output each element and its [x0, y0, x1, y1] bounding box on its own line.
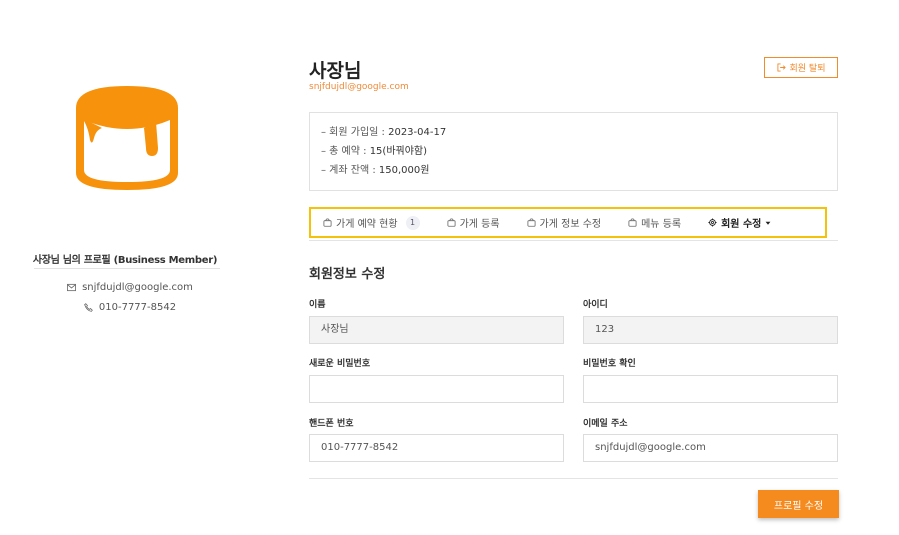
- owner-email: snjfdujdl@google.com: [309, 82, 409, 92]
- form-title: 회원정보 수정: [309, 267, 386, 282]
- sidebar-email-text: snjfdujdl@google.com: [82, 282, 193, 293]
- gear-icon: [708, 218, 717, 227]
- sidebar-phone: 010-7777-8542: [60, 302, 200, 313]
- bag-icon: [447, 218, 456, 227]
- phone-field[interactable]: 010-7777-8542: [309, 434, 564, 462]
- profile-title: 사장님 님의 프로필 (Business Member): [32, 255, 218, 266]
- id-label: 아이디: [583, 300, 608, 310]
- reservation-badge: 1: [405, 215, 420, 230]
- name-label: 이름: [309, 300, 326, 310]
- sidebar-divider: [34, 268, 220, 269]
- phone-icon: [84, 303, 93, 312]
- email-label: 이메일 주소: [583, 419, 628, 429]
- bag-icon: [323, 218, 332, 227]
- bag-icon: [527, 218, 536, 227]
- id-field[interactable]: 123: [583, 316, 838, 344]
- tab-store-register[interactable]: 가게 등록: [447, 215, 500, 230]
- new-password-label: 새로운 비밀번호: [309, 359, 371, 369]
- joined-label: – 회원 가입일 :: [321, 127, 389, 138]
- confirm-password-field[interactable]: [583, 375, 838, 403]
- tab-member-edit[interactable]: 회원 수정: [708, 215, 771, 230]
- caret-down-icon: [765, 221, 771, 225]
- withdraw-button[interactable]: 회원 탈퇴: [764, 57, 838, 78]
- tab-label: 메뉴 등록: [641, 219, 682, 230]
- tab-bar: 가게 예약 현황 1 가게 등록 가게 정보 수정 메뉴 등록 회원 수정: [309, 207, 827, 238]
- reservation-label: – 총 예약 :: [321, 146, 370, 157]
- account-summary: – 회원 가입일 : 2023-04-17 – 총 예약 : 15(바꿔야함) …: [309, 112, 838, 191]
- confirm-password-label: 비밀번호 확인: [583, 359, 636, 369]
- form-divider: [309, 478, 838, 479]
- owner-name: 사장님: [309, 60, 362, 82]
- tab-menu-register[interactable]: 메뉴 등록: [628, 215, 681, 230]
- tabs-divider: [309, 240, 838, 241]
- tab-label: 가게 등록: [459, 219, 500, 230]
- tab-label: 가게 정보 수정: [539, 219, 602, 230]
- phone-label: 핸드폰 번호: [309, 419, 354, 429]
- mail-icon: [67, 283, 77, 292]
- reservation-count: – 총 예약 : 15(바꿔야함): [321, 142, 826, 161]
- joined-value: 2023-04-17: [388, 127, 447, 138]
- balance-value: 150,000원: [378, 165, 430, 176]
- account-balance: – 계좌 잔액 : 150,000원: [321, 161, 826, 180]
- name-field[interactable]: 사장님: [309, 316, 564, 344]
- email-field[interactable]: snjfdujdl@google.com: [583, 434, 838, 462]
- new-password-field[interactable]: [309, 375, 564, 403]
- tab-label: 회원 수정: [721, 219, 762, 230]
- sidebar-phone-text: 010-7777-8542: [98, 302, 177, 313]
- tab-store-edit[interactable]: 가게 정보 수정: [527, 215, 602, 230]
- update-profile-button[interactable]: 프로필 수정: [758, 490, 839, 518]
- joined-date: – 회원 가입일 : 2023-04-17: [321, 123, 826, 142]
- logout-icon: [776, 63, 786, 72]
- withdraw-label: 회원 탈퇴: [789, 64, 826, 74]
- balance-label: – 계좌 잔액 :: [321, 165, 379, 176]
- reservation-value: 15(바꿔야함): [369, 146, 428, 157]
- bag-icon: [628, 218, 637, 227]
- tab-label: 가게 예약 현황: [336, 219, 398, 230]
- pudding-icon: [76, 86, 178, 190]
- tab-store-reservations[interactable]: 가게 예약 현황 1: [323, 215, 420, 230]
- sidebar-email: snjfdujdl@google.com: [60, 282, 200, 293]
